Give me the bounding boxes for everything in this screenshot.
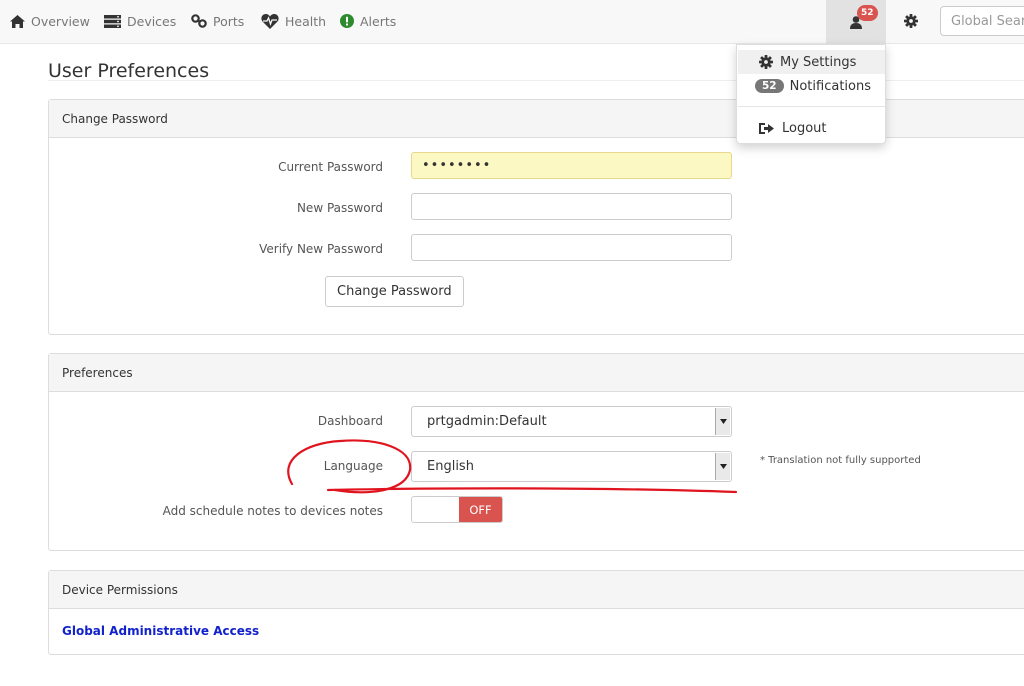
global-admin-access-link[interactable]: Global Administrative Access xyxy=(62,624,259,638)
user-menu-toggle[interactable] xyxy=(826,0,886,44)
menu-notifications[interactable]: 52 Notifications xyxy=(738,74,885,98)
dashboard-select[interactable]: prtgadmin:Default xyxy=(411,406,732,437)
global-search-input[interactable] xyxy=(940,6,1024,36)
menu-logout[interactable]: Logout xyxy=(738,116,885,140)
gear-icon xyxy=(904,14,918,28)
nav-label: Alerts xyxy=(360,13,397,29)
user-dropdown-menu: My Settings 52 Notifications Logout xyxy=(736,44,886,144)
nav-health[interactable]: Health xyxy=(261,0,326,42)
page-title: User Preferences xyxy=(48,60,210,82)
nav-label: Ports xyxy=(213,13,245,29)
new-password-label: New Password xyxy=(296,201,383,215)
nav-alerts[interactable]: Alerts xyxy=(340,0,396,42)
new-password-input[interactable] xyxy=(411,193,732,220)
nav-label: Health xyxy=(285,13,327,29)
top-navbar: Overview Devices Ports Health Alerts 52 … xyxy=(0,0,1024,44)
dashboard-label: Dashboard xyxy=(317,414,383,428)
preferences-panel: Preferences Dashboard prtgadmin:Default … xyxy=(48,353,1024,551)
notifications-count-badge: 52 xyxy=(755,79,784,93)
menu-label: My Settings xyxy=(780,54,857,70)
change-password-button[interactable]: Change Password xyxy=(325,276,464,307)
current-password-label: Current Password xyxy=(278,160,383,174)
alert-icon xyxy=(340,14,354,28)
menu-my-settings[interactable]: My Settings xyxy=(738,50,885,74)
current-password-input[interactable] xyxy=(411,152,732,179)
notifications-badge: 52 xyxy=(857,5,878,21)
schedule-notes-toggle[interactable]: OFF xyxy=(411,496,503,523)
caret-down-icon xyxy=(715,408,730,435)
dashboard-selected-value: prtgadmin:Default xyxy=(427,414,547,429)
language-select[interactable]: English xyxy=(411,451,732,482)
nav-label: Devices xyxy=(127,13,177,29)
server-icon xyxy=(104,14,121,28)
nav-label: Overview xyxy=(31,13,90,29)
verify-password-input[interactable] xyxy=(411,234,732,261)
nav-ports[interactable]: Ports xyxy=(191,0,244,42)
logout-icon xyxy=(759,122,774,134)
language-selected-value: English xyxy=(427,459,474,474)
menu-label: Notifications xyxy=(789,78,871,94)
link-icon xyxy=(191,14,207,28)
device-permissions-panel: Device Permissions Global Administrative… xyxy=(48,570,1024,655)
schedule-notes-label: Add schedule notes to devices notes xyxy=(162,504,383,518)
toggle-off-state: OFF xyxy=(458,497,502,522)
toggle-handle xyxy=(412,497,459,522)
menu-divider xyxy=(738,106,885,107)
nav-devices[interactable]: Devices xyxy=(104,0,176,42)
home-icon xyxy=(10,14,25,28)
settings-menu-toggle[interactable] xyxy=(898,0,924,42)
language-label: Language xyxy=(323,459,383,473)
heartbeat-icon xyxy=(261,13,279,29)
menu-label: Logout xyxy=(782,120,827,136)
translation-note: * Translation not fully supported xyxy=(760,455,921,466)
nav-overview[interactable]: Overview xyxy=(10,0,90,42)
panel-heading: Preferences xyxy=(49,354,1024,392)
gear-icon xyxy=(759,55,773,69)
caret-down-icon xyxy=(715,453,730,480)
panel-heading: Device Permissions xyxy=(49,571,1024,609)
verify-password-label: Verify New Password xyxy=(259,242,383,256)
